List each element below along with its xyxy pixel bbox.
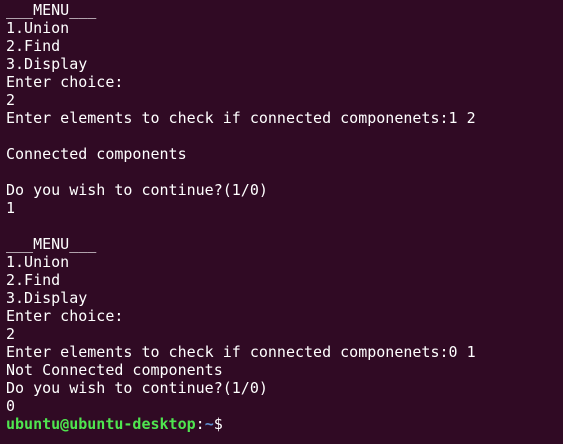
output-line: 3.Display [6,55,88,73]
output-line: 1.Union [6,19,70,37]
prompt-path: ~ [204,415,214,433]
output-line: 0 [6,397,16,415]
output-line: 1 [6,199,16,217]
prompt-user-host: ubuntu@ubuntu-desktop [6,415,196,433]
output-line: Enter elements to check if connected com… [6,343,476,361]
output-line: 3.Display [6,289,88,307]
shell-prompt-line[interactable]: ubuntu@ubuntu-desktop:~$ [6,415,563,433]
output-line: ___MENU___ [6,235,97,253]
terminal-window[interactable]: ___MENU___ 1.Union 2.Find 3.Display Ente… [0,0,563,444]
prompt-symbol: $ [213,415,232,433]
output-line: Enter choice: [6,73,124,91]
output-line: 2 [6,91,16,109]
output-line: Enter elements to check if connected com… [6,109,476,127]
output-line: 2.Find [6,37,61,55]
output-line: 2.Find [6,271,61,289]
output-line: Do you wish to continue?(1/0) [6,379,268,397]
output-line: Do you wish to continue?(1/0) [6,181,268,199]
text-cursor [232,416,241,432]
prompt-separator: : [195,415,205,433]
output-line: 1.Union [6,253,70,271]
output-line: ___MENU___ [6,1,97,19]
output-line: Enter choice: [6,307,124,325]
output-line: Connected components [6,145,187,163]
output-line: Not Connected components [6,361,223,379]
output-line: 2 [6,325,16,343]
